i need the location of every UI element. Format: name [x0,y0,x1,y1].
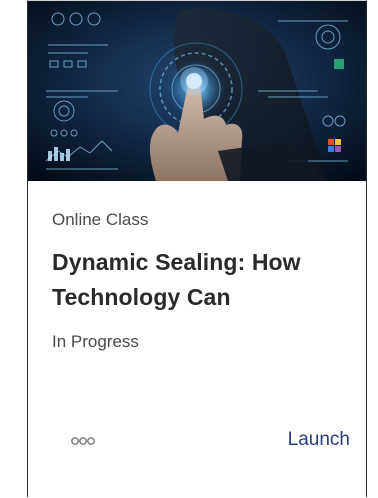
course-card: Online Class Dynamic Sealing: How Techno… [27,0,367,497]
course-thumbnail[interactable] [28,1,366,181]
course-type-label: Online Class [52,210,149,229]
more-options-button[interactable] [68,431,102,451]
launch-button[interactable]: Launch [288,428,350,452]
course-status: In Progress [52,332,139,351]
touch-technology-image [28,1,366,181]
more-dots-icon [71,437,95,445]
course-title[interactable]: Dynamic Sealing: How Technology Can [52,245,352,317]
card-footer: Launch [28,421,366,461]
